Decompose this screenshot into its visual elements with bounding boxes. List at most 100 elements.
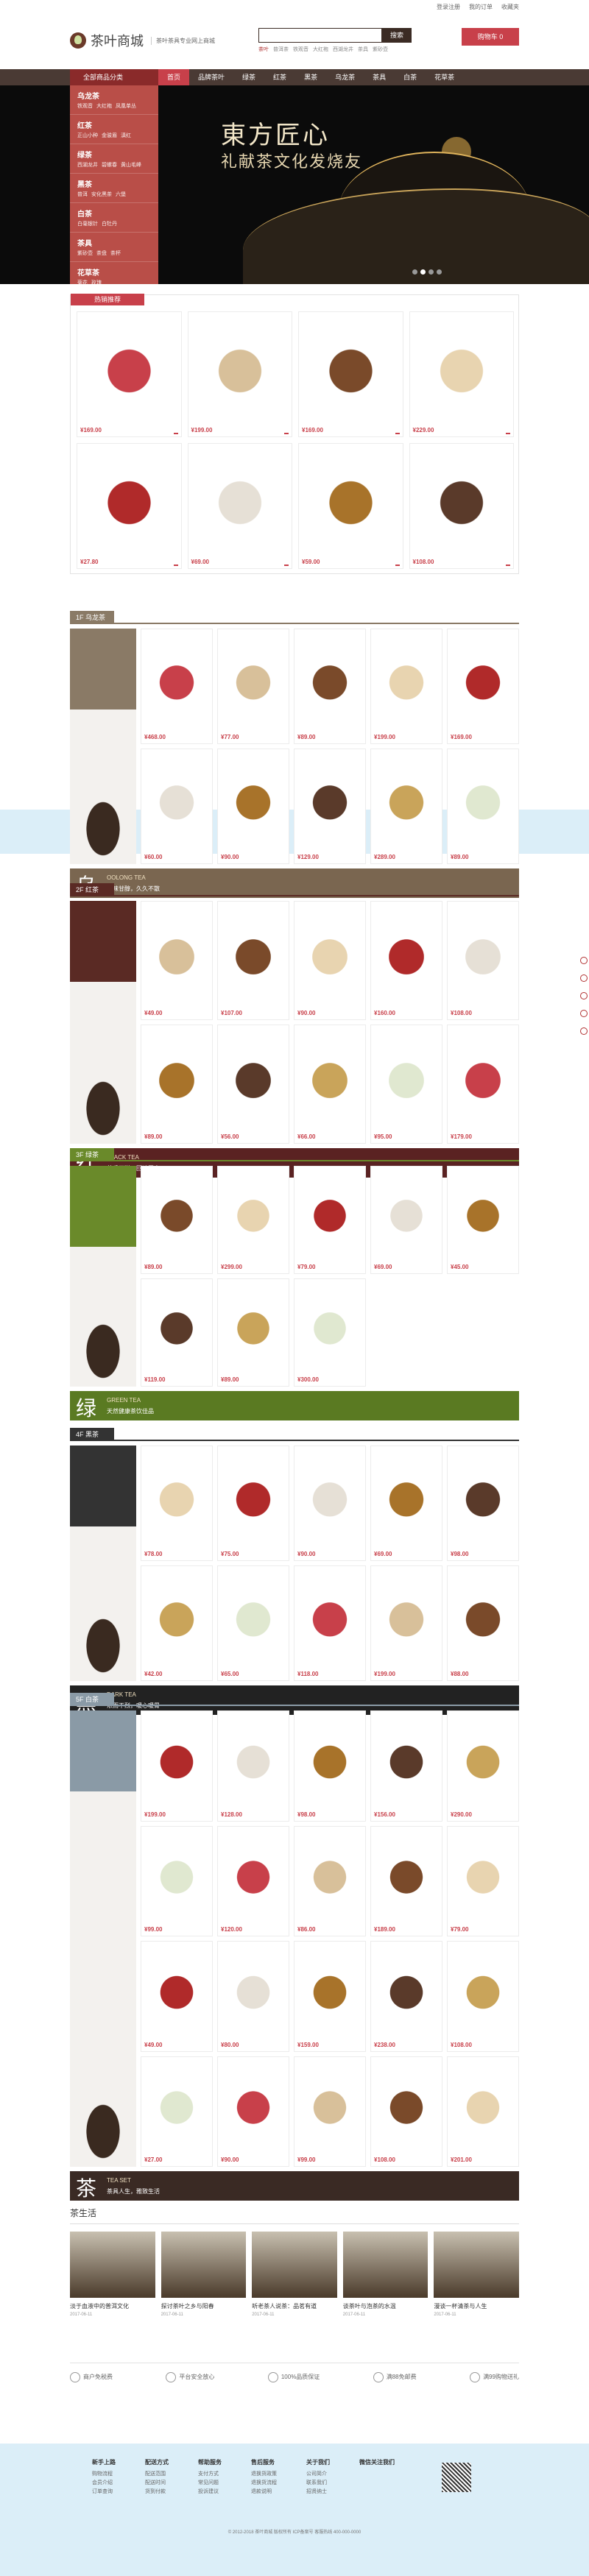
product-image[interactable] [147,1572,206,1658]
category-sub-link[interactable]: 铁观音 [77,102,93,110]
product-image[interactable] [224,1285,283,1364]
product-card[interactable]: ¥129.00 [294,749,366,864]
product-image[interactable] [224,635,283,721]
product-image[interactable] [147,755,206,841]
category-group[interactable]: 白茶 白毫银针 白牡丹 [70,203,158,233]
product-image[interactable] [83,450,175,546]
product-card[interactable]: ¥118.00 [294,1565,366,1681]
carousel-dot[interactable] [428,269,434,275]
hot-keyword[interactable]: 普洱茶 [273,46,289,53]
product-card[interactable]: ¥65.00 [217,1565,289,1681]
category-sub-link[interactable]: 凤凰单丛 [116,102,136,110]
product-card[interactable]: ¥42.00 [141,1565,213,1681]
product-image[interactable] [415,318,507,414]
category-group[interactable]: 绿茶 西湖龙井 碧螺春 黄山毛峰 [70,144,158,174]
product-image[interactable] [300,1172,359,1251]
category-heading[interactable]: 乌龙茶 [77,90,151,101]
news-card[interactable]: 探讨茶叶之乡与阳春 2017-06-11 [161,2232,247,2317]
footer-link[interactable]: 购物流程 [92,2470,116,2479]
buy-button[interactable] [506,565,510,566]
product-image[interactable] [305,318,397,414]
product-card[interactable]: ¥201.00 [447,2056,519,2167]
buy-button[interactable] [284,433,289,434]
news-card[interactable]: 听老茶人说茶：品茗有道 2017-06-11 [252,2232,337,2317]
product-image[interactable] [300,1285,359,1364]
nav-item[interactable]: 花草茶 [426,69,463,85]
product-card[interactable]: ¥78.00 [141,1446,213,1561]
product-image[interactable] [224,1832,283,1914]
product-image[interactable] [300,755,359,841]
cart-button[interactable]: 购物车 0 [462,28,519,46]
search-input[interactable] [258,28,382,43]
nav-item[interactable]: 白茶 [395,69,426,85]
product-image[interactable] [454,1947,512,2029]
product-image[interactable] [300,1947,359,2029]
product-card[interactable]: ¥88.00 [447,1565,519,1681]
product-card[interactable]: ¥27.00 [141,2056,213,2167]
product-card[interactable]: ¥290.00 [447,1710,519,1822]
product-card[interactable]: ¥56.00 [217,1025,289,1144]
category-sub-link[interactable]: 白毫银针 [77,220,98,227]
product-card[interactable]: ¥468.00 [141,629,213,744]
product-image[interactable] [147,2062,206,2144]
news-image[interactable] [70,2232,155,2298]
buy-button[interactable] [395,433,400,434]
product-image[interactable] [147,1832,206,1914]
footer-link[interactable]: 招贤纳士 [306,2488,330,2497]
footer-link[interactable]: 投诉建议 [198,2488,222,2497]
product-card[interactable]: ¥199.00 [370,1565,442,1681]
product-image[interactable] [377,1452,436,1538]
product-image[interactable] [454,1452,512,1538]
category-heading[interactable]: 花草茶 [77,266,151,277]
product-image[interactable] [300,1031,359,1121]
carousel-dot[interactable] [420,269,426,275]
product-card[interactable]: ¥69.00 [370,1166,442,1274]
product-card[interactable]: ¥289.00 [370,749,442,864]
product-image[interactable] [454,1572,512,1658]
product-image[interactable] [147,1172,206,1251]
news-title[interactable]: 漫谈一杯清茶与人生 [434,2302,519,2310]
product-image[interactable] [147,1285,206,1364]
product-image[interactable] [194,450,286,546]
product-card[interactable]: ¥59.00 [298,443,403,569]
product-card[interactable]: ¥79.00 [294,1166,366,1274]
product-image[interactable] [454,907,512,997]
category-sub-link[interactable]: 普洱 [77,191,88,198]
product-image[interactable] [83,318,175,414]
product-image[interactable] [147,635,206,721]
news-title[interactable]: 淡于血液中的普洱文化 [70,2302,155,2310]
product-image[interactable] [224,1717,283,1799]
product-image[interactable] [377,1832,436,1914]
product-image[interactable] [377,755,436,841]
product-image[interactable] [300,1452,359,1538]
product-card[interactable]: ¥299.00 [217,1166,289,1274]
tool-icon[interactable] [580,992,588,999]
carousel-dot[interactable] [437,269,442,275]
product-image[interactable] [300,2062,359,2144]
category-sub-link[interactable]: 茶杯 [110,250,121,257]
product-image[interactable] [147,1452,206,1538]
product-card[interactable]: ¥156.00 [370,1710,442,1822]
product-card[interactable]: ¥238.00 [370,1941,442,2052]
product-image[interactable] [147,907,206,997]
news-card[interactable]: 漫谈一杯清茶与人生 2017-06-11 [434,2232,519,2317]
product-card[interactable]: ¥99.00 [294,2056,366,2167]
product-card[interactable]: ¥69.00 [370,1446,442,1561]
footer-link[interactable]: 订单查询 [92,2488,116,2497]
product-image[interactable] [300,1832,359,1914]
footer-link[interactable]: 会员介绍 [92,2479,116,2488]
product-card[interactable]: ¥199.00 [141,1710,213,1822]
floor-strip-banner[interactable]: 绿 GREEN TEA 天然健康茶饮佳品 [70,1391,519,1420]
product-card[interactable]: ¥128.00 [217,1710,289,1822]
product-image[interactable] [377,1172,436,1251]
product-image[interactable] [454,1031,512,1121]
product-card[interactable]: ¥89.00 [447,749,519,864]
product-card[interactable]: ¥300.00 [294,1278,366,1387]
product-card[interactable]: ¥169.00 [447,629,519,744]
product-card[interactable]: ¥89.00 [141,1166,213,1274]
product-image[interactable] [224,1031,283,1121]
category-sub-link[interactable]: 滇红 [121,132,131,139]
category-sub-link[interactable]: 六堡 [116,191,126,198]
category-group[interactable]: 花草茶 菊花 玫瑰 [70,262,158,291]
footer-link[interactable]: 配送时间 [145,2479,169,2488]
